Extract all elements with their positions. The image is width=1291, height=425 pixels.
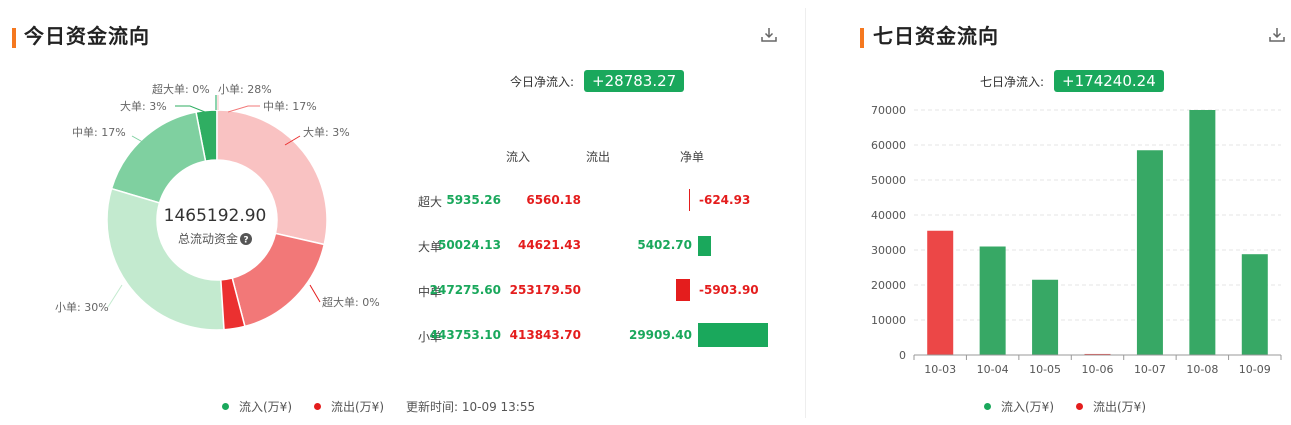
legend-outflow[interactable]: 流出(万¥) [1076,398,1146,415]
x-tick-label: 10-09 [1239,363,1271,376]
donut-slice-outflow-1[interactable] [231,232,326,328]
title-accent-bar [12,28,16,48]
donut-slice-label: 中单: 17% [72,126,126,139]
row-inflow: 5935.26 [446,193,501,207]
net-inflow-label: 今日净流入: [510,74,575,89]
bar-10-03[interactable] [927,230,954,355]
x-tick-label: 10-05 [1029,363,1061,376]
row-outflow: 6560.18 [526,193,581,207]
bar-10-07[interactable] [1136,150,1163,355]
donut-slice-label: 小单: 30% [55,301,109,314]
net-bar [688,189,690,211]
inflow-dot-icon [984,403,991,410]
header-net: 净单 [680,150,705,164]
total-flow-value: 1465192.90 [163,206,267,226]
bar-10-08[interactable] [1189,110,1216,355]
total-flow-label: 总流动资金 [177,232,238,246]
seven-day-fund-flow-panel: 七日资金流向 七日净流入: +174240.24 0 10000 20000 3000… [806,0,1291,425]
y-tick-label: 40000 [871,209,906,222]
x-tick-label: 10-08 [1186,363,1218,376]
net-inflow-value: +174240.24 [1054,70,1164,92]
donut-slice-label: 超大单: 0% [322,295,380,309]
download-icon[interactable] [1268,26,1286,44]
svg-text:?: ? [243,235,248,245]
row-inflow: 443753.10 [429,328,501,342]
y-tick-label: 0 [899,349,906,362]
x-tick-label: 10-03 [924,363,956,376]
y-tick-label: 10000 [871,314,906,327]
donut-leader-line [309,284,321,303]
y-tick-label: 50000 [871,174,906,187]
seven-day-bar-chart: 0 10000 20000 30000 40000 50000 60000 70000 10-0… [871,104,1282,376]
table-row: 小单 443753.10 413843.70 29909.40 [418,321,778,351]
legend-outflow-label: 流出(万¥) [1093,400,1146,414]
row-outflow: 253179.50 [509,283,581,297]
y-tick-label: 70000 [871,104,906,117]
donut-slice-label: 中单: 17% [263,100,317,113]
table-row: 大单 50024.13 44621.43 5402.70 [418,231,778,261]
donut-slice-label: 小单: 28% [218,83,272,96]
outflow-dot-icon [1076,403,1083,410]
row-inflow: 247275.60 [429,283,501,297]
row-outflow: 413843.70 [509,328,581,342]
y-tick-label: 20000 [871,279,906,292]
title-accent-bar [860,28,864,48]
y-tick-label: 60000 [871,139,906,152]
today-fund-flow-panel: 今日资金流向 今日净流入: +28783.27 超大单: 0% 大单: 3% 中单:… [0,0,805,425]
bar-10-04[interactable] [979,246,1006,356]
donut-slice-label: 大单: 3% [120,99,167,113]
outflow-dot-icon [314,403,321,410]
seven-day-net-inflow: 七日净流入: +174240.24 [980,70,1164,92]
question-circle-icon[interactable]: ? [240,232,252,245]
panel-title: 七日资金流向 [873,24,999,48]
x-tick-label: 10-07 [1134,363,1166,376]
net-bar [698,323,768,347]
x-tick-label: 10-04 [977,363,1009,376]
row-net: -624.93 [699,193,751,207]
panel-title: 今日资金流向 [24,24,150,48]
update-time: 更新时间: 10-09 13:55 [406,400,536,414]
header-inflow: 流入 [506,150,531,164]
donut-leader-line [107,284,123,308]
table-row: 超大 5935.26 6560.18 -624.93 [418,186,778,216]
table-row: 中单 247275.60 253179.50 -5903.90 [418,276,778,306]
y-tick-label: 30000 [871,244,906,257]
net-bar [676,279,690,301]
seven-day-legend: 流入(万¥) 流出(万¥) [984,398,1168,415]
donut-center: 1465192.90 总流动资金 ? [140,206,290,247]
donut-slice-label: 大单: 3% [303,125,350,139]
row-net: -5903.90 [699,283,759,297]
download-icon[interactable] [760,26,778,44]
legend-outflow[interactable]: 流出(万¥) [314,398,384,415]
row-inflow: 50024.13 [437,238,501,252]
legend-inflow-label: 流入(万¥) [239,400,292,414]
today-legend: 流入(万¥) 流出(万¥) 更新时间: 10-09 13:55 [222,398,557,415]
bar-10-05[interactable] [1032,279,1059,355]
today-net-inflow: 今日净流入: +28783.27 [510,70,685,92]
legend-inflow[interactable]: 流入(万¥) [984,398,1054,415]
inflow-dot-icon [222,403,229,410]
legend-inflow-label: 流入(万¥) [1001,400,1054,414]
legend-outflow-label: 流出(万¥) [331,400,384,414]
donut-slice-label: 超大单: 0% [152,82,210,96]
x-tick-label: 10-06 [1082,363,1114,376]
net-bar [698,236,711,256]
header-outflow: 流出 [586,150,611,164]
net-inflow-label: 七日净流入: [980,74,1045,89]
row-outflow: 44621.43 [517,238,581,252]
row-net: 29909.40 [628,328,692,342]
bar-10-09[interactable] [1241,254,1268,355]
row-label: 超大 [418,195,443,209]
net-inflow-value: +28783.27 [584,70,685,92]
row-net: 5402.70 [637,238,692,252]
legend-inflow[interactable]: 流入(万¥) [222,398,292,415]
